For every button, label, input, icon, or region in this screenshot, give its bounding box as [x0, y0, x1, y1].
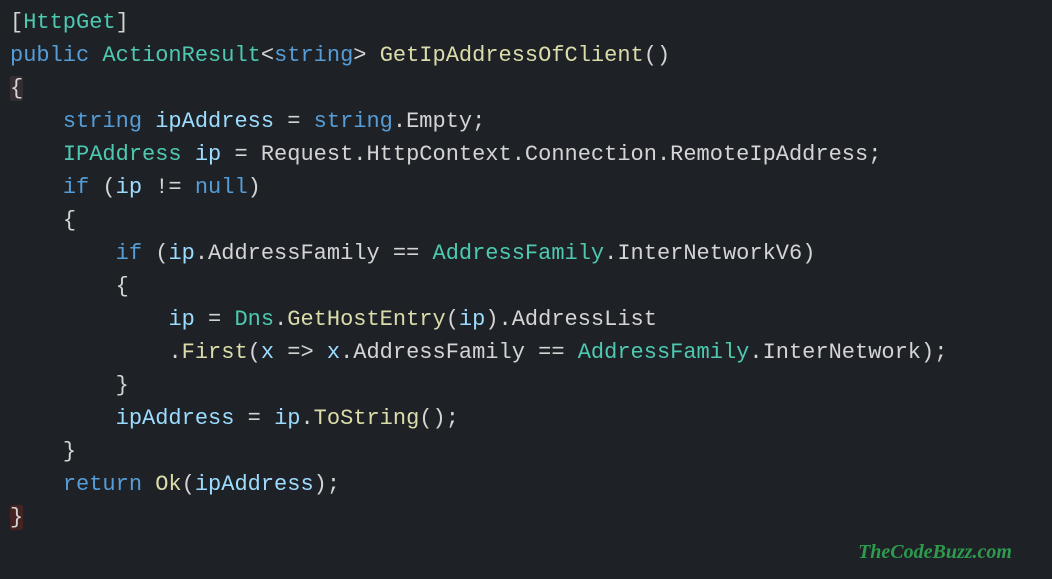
type-actionresult: ActionResult	[102, 43, 260, 68]
enum-internetwork: InterNetwork	[763, 340, 921, 365]
type-ipaddress: IPAddress	[63, 142, 182, 167]
var-ipaddress: ipAddress	[155, 109, 274, 134]
var-ip: ip	[195, 142, 221, 167]
method-gethostentry: GetHostEntry	[287, 307, 445, 332]
bracket-close: ]	[116, 10, 129, 35]
keyword-if: if	[63, 175, 89, 200]
member-remoteip: RemoteIpAddress	[670, 142, 868, 167]
brace-close: }	[10, 505, 23, 530]
method-name: GetIpAddressOfClient	[380, 43, 644, 68]
method-tostring: ToString	[314, 406, 420, 431]
keyword-return: return	[63, 472, 142, 497]
lambda-param-x: x	[261, 340, 274, 365]
bracket-open: [	[10, 10, 23, 35]
code-block: [HttpGet] public ActionResult<string> Ge…	[0, 0, 1052, 540]
watermark: TheCodeBuzz.com	[858, 537, 1012, 567]
enum-addressfamily: AddressFamily	[433, 241, 605, 266]
member-connection: Connection	[525, 142, 657, 167]
member-httpcontext: HttpContext	[366, 142, 511, 167]
member-empty: Empty	[406, 109, 472, 134]
enum-internetworkv6: InterNetworkV6	[617, 241, 802, 266]
keyword-string: string	[274, 43, 353, 68]
member-addressfamily: AddressFamily	[208, 241, 380, 266]
brace-open: {	[10, 76, 23, 101]
member-request: Request	[261, 142, 353, 167]
member-addresslist: AddressList	[512, 307, 657, 332]
method-ok: Ok	[155, 472, 181, 497]
keyword-null: null	[195, 175, 248, 200]
type-dns: Dns	[234, 307, 274, 332]
keyword-public: public	[10, 43, 89, 68]
lambda-arrow: =>	[287, 340, 313, 365]
attribute-name: HttpGet	[23, 10, 115, 35]
method-first: First	[182, 340, 248, 365]
keyword-string: string	[63, 109, 142, 134]
